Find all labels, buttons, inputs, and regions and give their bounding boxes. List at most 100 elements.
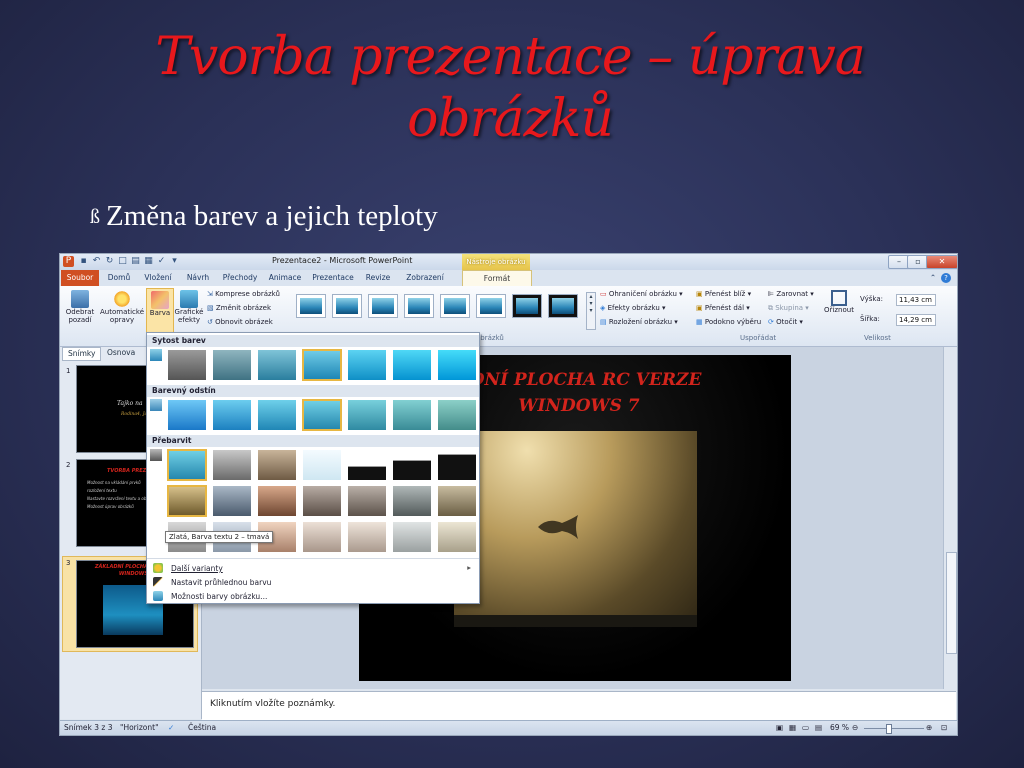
normal-view-icon[interactable]: ▣ (776, 723, 783, 732)
picture-style-7[interactable] (512, 294, 542, 318)
compress-pictures-button[interactable]: ⇲ Komprese obrázků (207, 290, 280, 298)
picture-style-8[interactable] (548, 294, 578, 318)
swatch-recolor-bw-50[interactable] (392, 449, 432, 481)
tab-design[interactable]: Návrh (182, 270, 214, 286)
swatch-saturation-0[interactable] (167, 349, 207, 381)
corrections-button[interactable]: Automatické opravy (100, 290, 144, 324)
bring-forward-button[interactable]: ▣ Přenést blíž ▾ (696, 290, 751, 298)
swatch-saturation-200[interactable] (347, 349, 387, 381)
swatch-recolor-sepia[interactable] (257, 449, 297, 481)
set-transparent-color-item[interactable]: Nastavit průhlednou barvu (153, 577, 271, 587)
swatch-recolor-gold-dark[interactable] (167, 485, 207, 517)
swatch-recolor-light-6[interactable] (392, 521, 432, 553)
swatch-saturation-33[interactable] (212, 349, 252, 381)
wallpaper-picture[interactable] (454, 431, 697, 627)
swatch-tone-6500[interactable] (302, 399, 342, 431)
spelling-icon[interactable]: ✓ (156, 256, 167, 267)
picture-style-5[interactable] (440, 294, 470, 318)
swatch-saturation-300[interactable] (392, 349, 432, 381)
swatch-recolor-slate-dark[interactable] (392, 485, 432, 517)
ribbon-minimize-icon[interactable]: ⌃ (928, 270, 938, 286)
group-button[interactable]: ⧉ Skupina ▾ (768, 304, 809, 313)
tab-review[interactable]: Revize (362, 270, 394, 286)
close-button[interactable]: ✕ (926, 255, 957, 269)
customize-icon[interactable]: ▾ (169, 256, 180, 267)
tab-animations[interactable]: Animace (266, 270, 304, 286)
swatch-saturation-100[interactable] (302, 349, 342, 381)
swatch-recolor-olive-dark[interactable] (437, 485, 477, 517)
send-backward-button[interactable]: ▣ Přenést dál ▾ (696, 304, 750, 312)
picture-border-button[interactable]: ▭ Ohraničení obrázku ▾ (600, 290, 683, 298)
picture-layout-button[interactable]: ▤ Rozložení obrázku ▾ (600, 318, 678, 326)
more-variants-item[interactable]: Další varianty ▸ (153, 563, 471, 573)
tab-outline[interactable]: Osnova (102, 347, 140, 359)
open-file-icon[interactable]: ▤ (130, 256, 141, 267)
zoom-slider[interactable] (864, 728, 924, 729)
fit-to-window-icon[interactable]: ⊡ (941, 723, 947, 732)
swatch-recolor-light-5[interactable] (347, 521, 387, 553)
swatch-tone-8800[interactable] (437, 399, 477, 431)
swatch-recolor-grayscale[interactable] (212, 449, 252, 481)
reset-picture-button[interactable]: ↺ Obnovit obrázek (207, 318, 273, 326)
artistic-effects-button[interactable]: Grafické efekty (174, 290, 204, 324)
undo-icon[interactable]: ↶ (91, 256, 102, 267)
tab-slideshow[interactable]: Prezentace (310, 270, 356, 286)
remove-background-button[interactable]: Odebrat pozadí (63, 290, 97, 324)
swatch-saturation-66[interactable] (257, 349, 297, 381)
swatch-tone-7200[interactable] (347, 399, 387, 431)
print-icon[interactable]: ▦ (143, 256, 154, 267)
swatch-recolor-light-4[interactable] (302, 521, 342, 553)
swatch-saturation-400[interactable] (437, 349, 477, 381)
picture-style-3[interactable] (368, 294, 398, 318)
zoom-slider-thumb[interactable] (886, 724, 892, 734)
tab-home[interactable]: Domů (104, 270, 134, 286)
width-input[interactable]: 14,29 cm (896, 314, 936, 326)
swatch-tone-4700[interactable] (167, 399, 207, 431)
height-input[interactable]: 11,43 cm (896, 294, 936, 306)
swatch-recolor-taupe-dark[interactable] (347, 485, 387, 517)
swatch-tone-5900[interactable] (257, 399, 297, 431)
tab-view[interactable]: Zobrazení (400, 270, 450, 286)
sorter-view-icon[interactable]: ▦ (789, 723, 796, 732)
tab-format[interactable]: Formát (462, 270, 532, 287)
help-icon[interactable]: ? (941, 273, 951, 283)
picture-effects-button[interactable]: ◈ Efekty obrázku ▾ (600, 304, 666, 312)
tab-transitions[interactable]: Přechody (220, 270, 260, 286)
reading-view-icon[interactable]: ▭ (802, 723, 809, 732)
slideshow-view-icon[interactable]: ▤ (815, 723, 822, 732)
swatch-recolor-bw-25[interactable] (347, 449, 387, 481)
zoom-out-icon[interactable]: ⊖ (852, 723, 858, 732)
notes-pane[interactable]: Kliknutím vložíte poznámky. (202, 691, 956, 720)
zoom-in-icon[interactable]: ⊕ (926, 723, 932, 732)
swatch-recolor-washout[interactable] (302, 449, 342, 481)
scroll-thumb[interactable] (946, 552, 957, 654)
swatch-recolor-blue-dark[interactable] (212, 485, 252, 517)
selection-pane-button[interactable]: ▦ Podokno výběru (696, 318, 761, 326)
tab-slides[interactable]: Snímky (62, 347, 102, 361)
swatch-recolor-orange-dark[interactable] (257, 485, 297, 517)
picture-style-4[interactable] (404, 294, 434, 318)
save-icon[interactable]: ▪ (78, 256, 89, 267)
swatch-recolor-none[interactable] (167, 449, 207, 481)
vertical-scrollbar[interactable] (943, 347, 957, 689)
redo-icon[interactable]: ↻ (104, 256, 115, 267)
picture-style-1[interactable] (296, 294, 326, 318)
rotate-button[interactable]: ⟳ Otočit ▾ (768, 318, 803, 326)
swatch-recolor-light-7[interactable] (437, 521, 477, 553)
swatch-recolor-bw-75[interactable] (437, 449, 477, 481)
new-file-icon[interactable]: □ (117, 256, 128, 267)
align-button[interactable]: ⊫ Zarovnat ▾ (768, 290, 814, 298)
picture-style-6[interactable] (476, 294, 506, 318)
swatch-tone-7800[interactable] (392, 399, 432, 431)
tab-file[interactable]: Soubor (61, 270, 99, 286)
spell-check-icon[interactable]: ✓ (168, 723, 174, 732)
color-button[interactable]: Barva (146, 288, 174, 334)
color-options-item[interactable]: Možnosti barvy obrázku... (153, 591, 267, 601)
picture-style-2[interactable] (332, 294, 362, 318)
swatch-tone-5300[interactable] (212, 399, 252, 431)
swatch-recolor-brown-dark[interactable] (302, 485, 342, 517)
zoom-level[interactable]: 69 % (830, 723, 849, 732)
change-picture-button[interactable]: ▧ Změnit obrázek (207, 304, 271, 312)
tab-insert[interactable]: Vložení (140, 270, 176, 286)
crop-button[interactable]: Oříznout (824, 290, 854, 314)
